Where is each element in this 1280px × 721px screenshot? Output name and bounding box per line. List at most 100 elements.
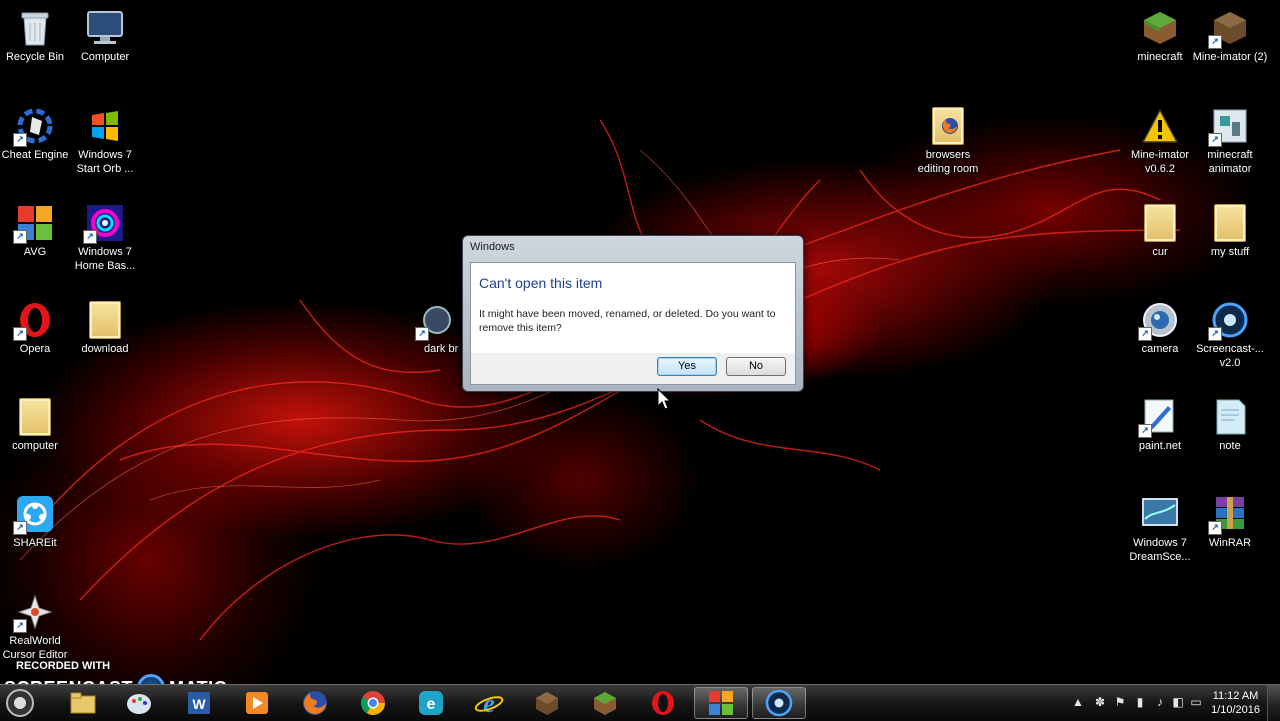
minecraft-grass-block-icon bbox=[594, 692, 616, 715]
desktop-icon-camera[interactable]: ↗ camera bbox=[1122, 300, 1198, 356]
opera-icon bbox=[652, 691, 674, 715]
dialog-message: It might have been moved, renamed, or de… bbox=[479, 308, 776, 334]
windows-flag-icon bbox=[85, 106, 125, 146]
desktop-icon-label: browsers editing room bbox=[917, 149, 979, 175]
desktop-icon-winrar[interactable]: ↗ WinRAR bbox=[1192, 494, 1268, 550]
no-button[interactable]: No bbox=[726, 357, 786, 376]
desktop-icon-label: Cheat Engine bbox=[1, 149, 69, 161]
signal-bars-icon[interactable]: ▮ bbox=[1132, 694, 1148, 710]
warning-icon bbox=[1140, 106, 1180, 146]
taskbar-avg[interactable] bbox=[694, 687, 748, 719]
dreamscene-icon bbox=[1140, 494, 1180, 534]
word-icon: W bbox=[188, 692, 210, 714]
desktop-icon-paintnet[interactable]: ↗ paint.net bbox=[1122, 397, 1198, 453]
svg-text:W: W bbox=[192, 696, 206, 712]
settings-tray-icon[interactable]: ◧ bbox=[1170, 694, 1186, 710]
taskbar-media-player[interactable] bbox=[230, 687, 284, 719]
desktop-icon-download[interactable]: download bbox=[67, 300, 143, 356]
folder-icon bbox=[1210, 203, 1250, 243]
network-share-icon[interactable]: ✽ bbox=[1092, 694, 1108, 710]
volume-icon[interactable]: ♪ bbox=[1152, 694, 1168, 710]
camera-icon: ↗ bbox=[1138, 300, 1180, 341]
desktop-icon-label: Recycle Bin bbox=[5, 51, 65, 63]
desktop-icon-computer[interactable]: Computer bbox=[67, 8, 143, 64]
taskbar-firefox[interactable] bbox=[288, 687, 342, 719]
desktop-icon-minecraft[interactable]: minecraft bbox=[1122, 8, 1198, 64]
desktop-icon-cur[interactable]: cur bbox=[1122, 203, 1198, 259]
taskbar-explorer[interactable] bbox=[56, 687, 110, 719]
desktop-icon-win7-home-bas[interactable]: ↗ Windows 7 Home Bas... bbox=[67, 203, 143, 273]
taskbar-minecraft[interactable] bbox=[578, 687, 632, 719]
desktop-icon-minecraft-animator[interactable]: ↗ minecraft animator bbox=[1192, 106, 1268, 176]
firefox-icon bbox=[303, 691, 327, 715]
desktop-icon-label: my stuff bbox=[1210, 246, 1250, 258]
desktop-icon-note[interactable]: note bbox=[1192, 397, 1268, 453]
shortcut-arrow-icon: ↗ bbox=[1208, 35, 1222, 49]
desktop-icon-label: download bbox=[81, 343, 129, 355]
shortcut-arrow-icon: ↗ bbox=[13, 327, 27, 341]
taskbar-mine-imator[interactable] bbox=[520, 687, 574, 719]
action-center-flag-icon[interactable]: ⚑ bbox=[1112, 694, 1128, 710]
desktop-icon-label: minecraft animator bbox=[1207, 149, 1253, 175]
mouse-pointer-icon bbox=[657, 388, 671, 410]
desktop-icon-recycle-bin[interactable]: Recycle Bin bbox=[0, 8, 73, 64]
minecraft-grass-block-icon bbox=[1140, 8, 1180, 48]
folder-icon bbox=[15, 397, 55, 437]
dialog-content: Can't open this item It might have been … bbox=[470, 262, 796, 354]
mine-imator-icon: ↗ bbox=[1208, 8, 1250, 49]
taskbar-internet-explorer[interactable]: e bbox=[462, 687, 516, 719]
battery-icon[interactable]: ▭ bbox=[1188, 694, 1204, 710]
cant-open-item-dialog: Windows Can't open this item It might ha… bbox=[462, 235, 804, 392]
internet-explorer-icon: e bbox=[474, 689, 504, 717]
paintnet-icon: ↗ bbox=[1138, 397, 1180, 438]
desktop-icon-cheat-engine[interactable]: ↗ Cheat Engine bbox=[0, 106, 73, 162]
desktop-icon-label: Windows 7 DreamSce... bbox=[1129, 537, 1191, 563]
desktop-icon-realworld[interactable]: ↗ RealWorld Cursor Editor bbox=[0, 592, 73, 662]
avg-icon: ↗ bbox=[13, 203, 55, 244]
desktop-icon-label: computer bbox=[12, 440, 58, 452]
application-icon: ↗ bbox=[415, 300, 457, 341]
desktop-icon-label: camera bbox=[1141, 343, 1179, 355]
desktop-icon-shareit[interactable]: ↗ SHAREit bbox=[0, 494, 73, 550]
desktop-icon-my-stuff[interactable]: my stuff bbox=[1192, 203, 1268, 259]
desktop-icon-label: Computer bbox=[80, 51, 130, 63]
folder-icon bbox=[85, 300, 125, 340]
desktop-icon-win7-dreamsce[interactable]: Windows 7 DreamSce... bbox=[1122, 494, 1198, 564]
taskbar-word[interactable]: W bbox=[172, 687, 226, 719]
taskbar-edge-like[interactable]: e bbox=[404, 687, 458, 719]
desktop-icon-mine-imator-2[interactable]: ↗ Mine-imator (2) bbox=[1192, 8, 1268, 64]
shortcut-arrow-icon: ↗ bbox=[415, 327, 429, 341]
desktop-icon-computer-folder[interactable]: computer bbox=[0, 397, 73, 453]
desktop-icon-mine-imator-v062[interactable]: Mine-imator v0.6.2 bbox=[1122, 106, 1198, 176]
desktop-icon-label: note bbox=[1219, 440, 1241, 452]
taskbar-chrome[interactable] bbox=[346, 687, 400, 719]
desktop-icon-label: Windows 7 Home Bas... bbox=[74, 246, 136, 272]
shortcut-arrow-icon: ↗ bbox=[1208, 521, 1222, 535]
desktop-icon-opera[interactable]: ↗ Opera bbox=[0, 300, 73, 356]
taskbar-opera[interactable] bbox=[636, 687, 690, 719]
show-desktop-button[interactable] bbox=[1267, 685, 1280, 721]
desktop-icon-avg[interactable]: ↗ AVG bbox=[0, 203, 73, 259]
desktop-icon-label: Screencast-... v2.0 bbox=[1196, 343, 1264, 369]
minecraft-animator-icon: ↗ bbox=[1208, 106, 1250, 147]
mine-imator-icon bbox=[536, 692, 558, 715]
desktop-icon-win7-start-orb[interactable]: Windows 7 Start Orb ... bbox=[67, 106, 143, 176]
show-hidden-icons-arrow-icon[interactable]: ▲ bbox=[1070, 694, 1086, 710]
folder-icon bbox=[1140, 203, 1180, 243]
screencast-icon bbox=[765, 689, 793, 717]
desktop-icon-label: SHAREit bbox=[13, 537, 57, 549]
firefox-folder-icon bbox=[928, 106, 968, 146]
clock-date: 1/10/2016 bbox=[1211, 704, 1260, 716]
taskbar-start-orb[interactable] bbox=[0, 687, 40, 719]
taskbar-screencast[interactable] bbox=[752, 687, 806, 719]
watermark-recorded-with: RECORDED WITH bbox=[16, 660, 111, 672]
taskbar-paint[interactable] bbox=[112, 687, 166, 719]
shortcut-arrow-icon: ↗ bbox=[13, 521, 27, 535]
taskbar-clock[interactable]: 11:12 AM 1/10/2016 bbox=[1211, 689, 1260, 717]
desktop-icon-dark-br[interactable]: ↗ dark br bbox=[412, 300, 462, 356]
desktop-icon-screencast[interactable]: ↗ Screencast-... v2.0 bbox=[1192, 300, 1268, 370]
notepad-icon bbox=[1210, 397, 1250, 437]
yes-button[interactable]: Yes bbox=[657, 357, 717, 376]
desktop-icon-browsers-editing-room[interactable]: browsers editing room bbox=[910, 106, 986, 176]
clock-time: 11:12 AM bbox=[1212, 690, 1259, 702]
